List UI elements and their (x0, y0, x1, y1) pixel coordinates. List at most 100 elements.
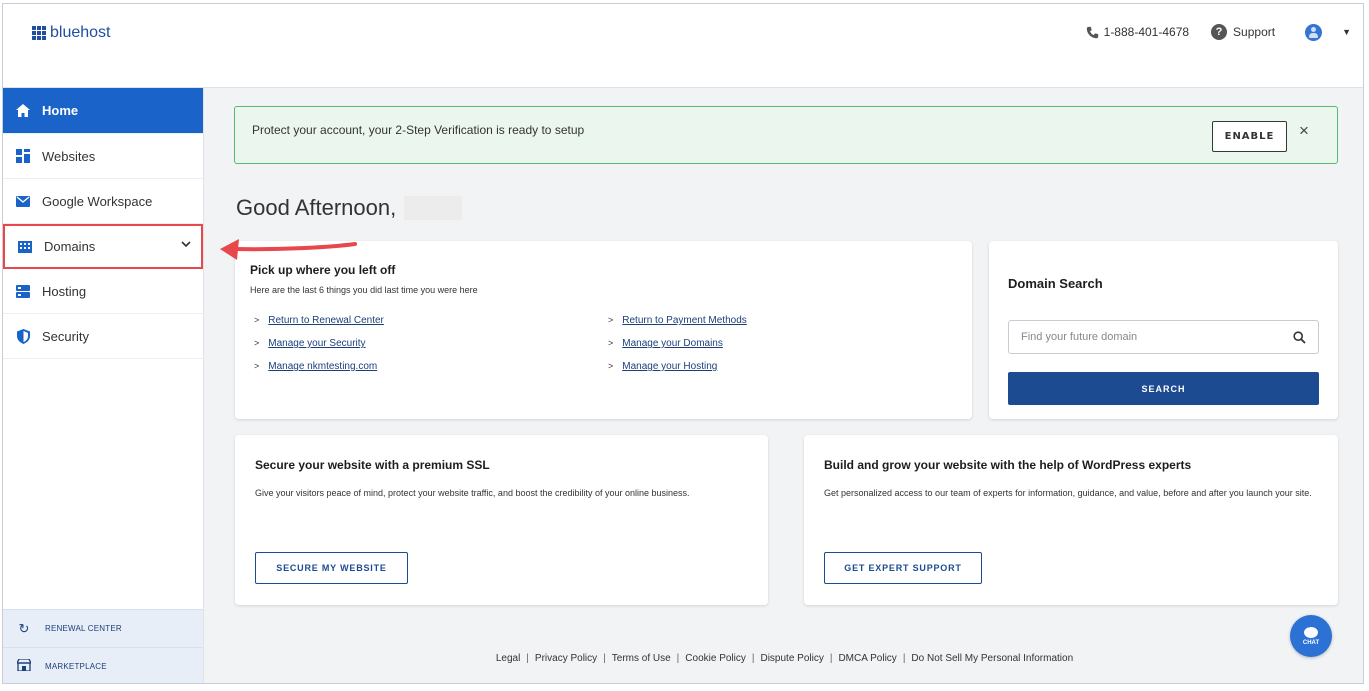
footer-link-privacy-policy[interactable]: Privacy Policy (535, 653, 597, 664)
top-bar: bluehost 1-888-401-4678 ? Support ▼ (3, 4, 1363, 88)
list-item: > Manage your Security (254, 338, 384, 361)
footer-link-terms-of-use[interactable]: Terms of Use (612, 653, 671, 664)
recent-link[interactable]: Manage your Domains (622, 338, 723, 349)
refresh-icon: ↻ (18, 620, 30, 636)
list-item: > Return to Renewal Center (254, 315, 384, 338)
chevron-right-icon: > (608, 315, 614, 325)
sidebar-item-label: Security (42, 328, 89, 344)
ssl-card-body: Give your visitors peace of mind, protec… (255, 488, 690, 498)
mail-icon (16, 194, 30, 208)
wp-card-body: Get personalized access to our team of e… (824, 488, 1312, 498)
sidebar-item-label: Websites (42, 148, 96, 164)
footer: Legal | Privacy Policy | Terms of Use | Cookie… (204, 653, 1363, 664)
search-button[interactable]: SEARCH (1008, 372, 1319, 405)
sidebar-item-label: Domains (44, 239, 96, 254)
app-frame: bluehost 1-888-401-4678 ? Support ▼ Home (2, 3, 1364, 684)
search-icon[interactable] (1293, 330, 1306, 344)
chevron-right-icon: > (608, 361, 614, 371)
logo-text: bluehost (50, 24, 111, 41)
greeting: Good Afternoon, (236, 195, 463, 221)
domains-icon (18, 240, 32, 254)
sidebar-item-label: Home (42, 103, 79, 118)
domain-search-placeholder: Find your future domain (1021, 331, 1138, 343)
support-label: Support (1233, 25, 1276, 39)
recent-link[interactable]: Manage your Hosting (622, 361, 717, 372)
chat-label: CHAT (1302, 639, 1320, 646)
chevron-right-icon: > (254, 315, 260, 325)
footer-separator: | (603, 653, 606, 664)
enable-button[interactable]: ENABLE (1212, 121, 1287, 152)
renewal-center-link[interactable]: ↻ RENEWAL CENTER (3, 609, 203, 647)
ssl-card-title: Secure your website with a premium SSL (255, 458, 490, 472)
footer-link-dispute-policy[interactable]: Dispute Policy (760, 653, 823, 664)
renewal-center-label: RENEWAL CENTER (45, 624, 122, 633)
footer-separator: | (751, 653, 755, 664)
phone-icon (1086, 26, 1098, 38)
phone-number: 1-888-401-4678 (1103, 25, 1190, 39)
ssl-promo-card: Secure your website with a premium SSL G… (235, 435, 768, 605)
chat-button[interactable]: CHAT (1290, 615, 1332, 657)
avatar-icon[interactable] (1305, 23, 1323, 41)
store-icon (15, 658, 33, 674)
secure-my-website-button[interactable]: SECURE MY WEBSITE (255, 552, 408, 584)
marketplace-label: MARKETPLACE (45, 662, 107, 671)
sidebar-item-home[interactable]: Home (3, 88, 203, 134)
hosting-icon (16, 284, 30, 298)
redacted-user-name (404, 196, 463, 220)
chevron-right-icon: > (254, 361, 260, 371)
wordpress-experts-card: Build and grow your website with the hel… (804, 435, 1338, 605)
footer-separator: | (829, 653, 833, 664)
recent-activity-card: Pick up where you left off Here are the … (235, 241, 972, 419)
recent-link[interactable]: Return to Payment Methods (622, 315, 747, 326)
footer-link-legal[interactable]: Legal (496, 653, 520, 664)
chevron-down-icon[interactable]: ▼ (1342, 27, 1351, 37)
recent-activity-title: Pick up where you left off (250, 263, 396, 277)
recent-links-column-1: > Return to Renewal Center > Manage your S… (254, 315, 384, 384)
chevron-right-icon: > (254, 338, 260, 348)
sidebar-item-label: Hosting (42, 283, 87, 299)
get-expert-support-button[interactable]: GET EXPERT SUPPORT (824, 552, 982, 584)
shield-icon (16, 328, 30, 344)
footer-link-cookie-policy[interactable]: Cookie Policy (685, 653, 746, 664)
greeting-text: Good Afternoon, (236, 195, 397, 220)
recent-activity-subtitle: Here are the last 6 things you did last … (250, 285, 478, 295)
list-item: > Manage your Hosting (608, 361, 747, 384)
list-item: > Return to Payment Methods (608, 315, 747, 338)
home-icon (16, 104, 30, 118)
alert-message: Protect your account, your 2-Step Verifi… (252, 123, 585, 137)
two-step-verification-alert: Protect your account, your 2-Step Verifi… (234, 106, 1338, 164)
sidebar-item-security[interactable]: Security (3, 314, 203, 359)
footer-link-dmca-policy[interactable]: DMCA Policy (838, 653, 896, 664)
list-item: > Manage nkmtesting.com (254, 361, 384, 384)
bluehost-logo[interactable]: bluehost (32, 24, 111, 42)
recent-link[interactable]: Return to Renewal Center (268, 315, 384, 326)
chevron-right-icon: > (608, 338, 614, 348)
sidebar-item-label: Google Workspace (42, 193, 153, 209)
top-right-controls: 1-888-401-4678 ? Support ▼ (1086, 20, 1363, 44)
chevron-down-icon[interactable] (181, 240, 191, 251)
close-icon[interactable]: × (1299, 121, 1309, 141)
recent-links-column-2: > Return to Payment Methods > Manage your … (608, 315, 747, 384)
footer-link-do-not-sell[interactable]: Do Not Sell My Personal Information (911, 653, 1073, 664)
recent-link[interactable]: Manage nkmtesting.com (268, 361, 377, 372)
domain-search-input[interactable]: Find your future domain (1008, 320, 1319, 354)
help-icon: ? (1211, 24, 1228, 40)
domain-search-title: Domain Search (1008, 276, 1103, 291)
domain-search-card: Domain Search Find your future domain SE… (989, 241, 1338, 419)
logo-grid-icon (32, 26, 46, 40)
websites-icon (16, 149, 30, 163)
recent-link[interactable]: Manage your Security (268, 338, 365, 349)
sidebar-bottom-links: ↻ RENEWAL CENTER MARKETPLACE (3, 609, 203, 683)
sidebar: Home Websites Google Workspace Domains H… (3, 88, 204, 683)
footer-separator: | (526, 653, 529, 664)
sidebar-item-hosting[interactable]: Hosting (3, 269, 203, 314)
sidebar-item-websites[interactable]: Websites (3, 134, 203, 179)
chat-icon (1304, 624, 1318, 638)
phone-link[interactable]: 1-888-401-4678 (1086, 25, 1189, 39)
support-link[interactable]: ? Support (1211, 24, 1275, 40)
footer-separator: | (676, 653, 680, 664)
marketplace-link[interactable]: MARKETPLACE (3, 647, 203, 683)
footer-separator: | (902, 653, 906, 664)
sidebar-item-google-workspace[interactable]: Google Workspace (3, 179, 203, 224)
sidebar-item-domains[interactable]: Domains (3, 224, 203, 269)
